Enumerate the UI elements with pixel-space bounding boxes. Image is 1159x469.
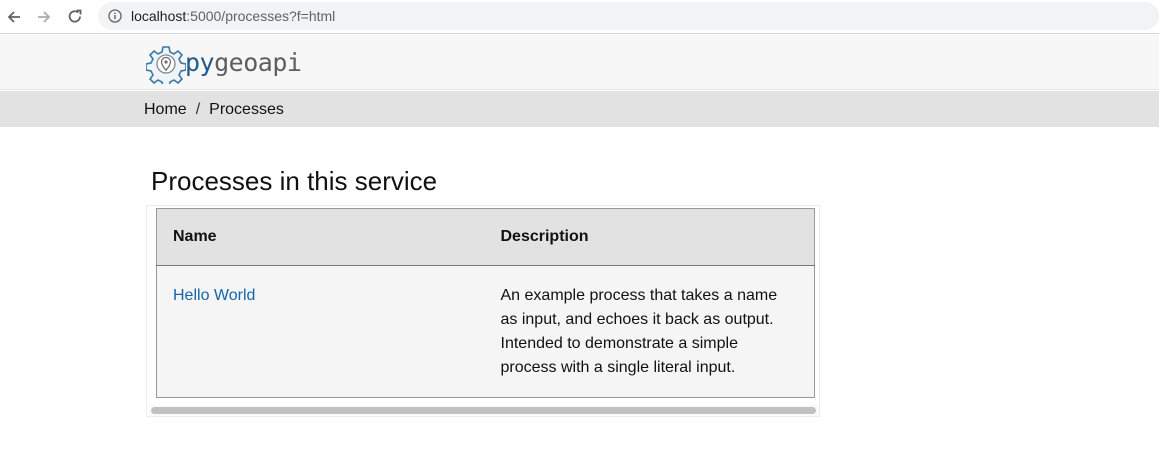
- horizontal-scrollbar[interactable]: [149, 405, 819, 416]
- url-host: localhost: [131, 8, 187, 24]
- info-icon[interactable]: [108, 9, 122, 23]
- url-text[interactable]: localhost:5000/processes?f=html: [131, 8, 335, 24]
- forward-button[interactable]: [34, 7, 54, 27]
- process-description-cell: An example process that takes a name as …: [484, 265, 815, 398]
- back-button[interactable]: [4, 7, 24, 27]
- table-header-row: Name Description: [156, 208, 815, 266]
- reload-icon: [68, 9, 82, 23]
- url-path: :5000/processes?f=html: [186, 8, 336, 24]
- column-header-description: Description: [484, 208, 815, 266]
- scrollbar-thumb[interactable]: [151, 407, 816, 414]
- processes-table: Name Description Hello World An example …: [156, 208, 815, 398]
- reload-button[interactable]: [65, 7, 85, 27]
- processes-table-container: Name Description Hello World An example …: [146, 205, 820, 417]
- browser-toolbar: localhost:5000/processes?f=html: [0, 0, 1159, 34]
- column-header-name: Name: [156, 208, 485, 266]
- page-title: Processes in this service: [151, 166, 438, 196]
- address-bar[interactable]: localhost:5000/processes?f=html: [98, 2, 1159, 30]
- breadcrumb-separator: /: [195, 101, 201, 118]
- breadcrumb-home-link[interactable]: Home: [144, 101, 187, 118]
- breadcrumb-bar: Home / Processes: [0, 91, 1159, 127]
- logo-text-geoapi: geoapi: [214, 48, 302, 77]
- logo-wordmark: pygeoapi: [185, 48, 302, 78]
- gear-location-icon: [146, 46, 186, 84]
- arrow-left-icon: [7, 11, 20, 23]
- breadcrumb-processes-link[interactable]: Processes: [209, 101, 284, 118]
- process-name-cell: Hello World: [156, 265, 485, 398]
- process-link-hello-world[interactable]: Hello World: [173, 287, 255, 304]
- arrow-right-icon: [38, 11, 51, 23]
- table-row: Hello World An example process that take…: [156, 265, 815, 398]
- pygeoapi-logo[interactable]: pygeoapi: [146, 43, 306, 84]
- site-header: pygeoapi: [0, 35, 1159, 90]
- logo-text-py: py: [185, 48, 215, 77]
- breadcrumb: Home / Processes: [144, 100, 284, 119]
